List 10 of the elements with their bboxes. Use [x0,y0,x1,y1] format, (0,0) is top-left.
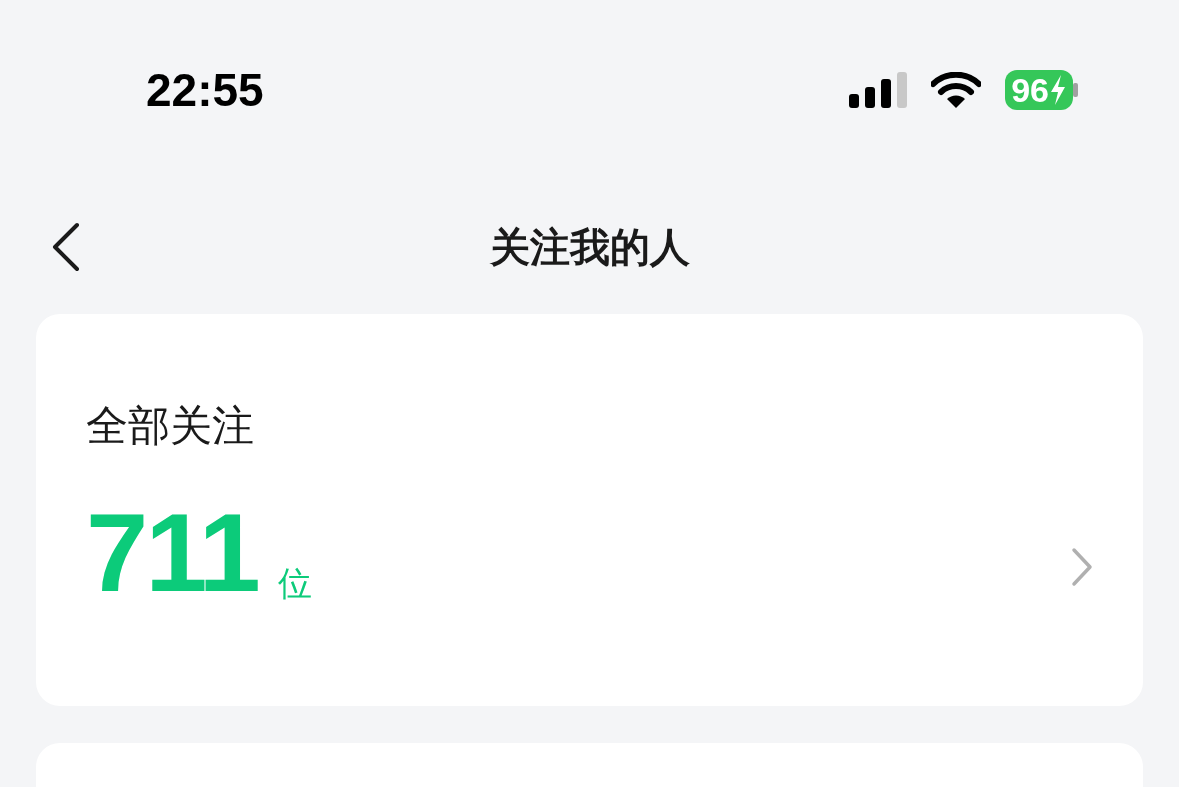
chevron-right-icon [1071,547,1093,587]
follower-count: 711 [86,497,258,609]
clock-time: 22:55 [146,62,264,118]
stat-card[interactable]: 全部关注 711 位 [36,314,1143,706]
signal-icon [849,72,908,108]
wifi-icon [931,72,982,108]
card-label: 全部关注 [86,400,255,452]
count-unit: 位 [277,562,312,605]
page-title: 关注我的人 [489,223,690,272]
back-icon[interactable] [50,222,80,272]
